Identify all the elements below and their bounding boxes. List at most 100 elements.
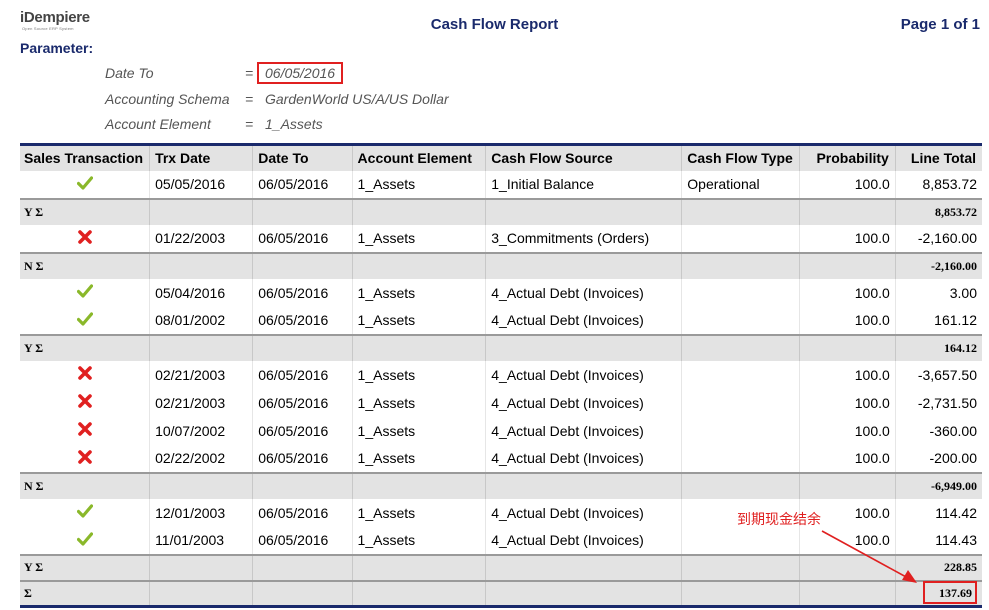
table-cell-prob: 100.0: [799, 360, 896, 389]
empty-cell: [485, 198, 682, 225]
empty-cell: [485, 580, 682, 607]
table-cell-prob: 100.0: [799, 306, 896, 335]
table-cell-element: 1_Assets: [351, 306, 486, 335]
empty-cell: [681, 472, 800, 499]
table-row: 01/22/2003 06/05/2016 1_Assets 3_Commitment…: [20, 224, 982, 253]
table-cell-prob: 100.0: [799, 416, 896, 445]
column-header[interactable]: Account Element: [351, 144, 486, 171]
table-cell-source: 3_Commitments (Orders): [485, 224, 682, 253]
table-cell-date-to: 06/05/2016: [252, 416, 353, 445]
table-cell-type: [681, 224, 800, 253]
table-cell-date-to: 06/05/2016: [252, 498, 353, 527]
column-header[interactable]: Trx Date: [149, 144, 253, 171]
column-header[interactable]: Cash Flow Source: [485, 144, 682, 171]
table-cell-source: 1_Initial Balance: [485, 170, 682, 199]
empty-cell: [799, 252, 896, 279]
column-header[interactable]: Line Total: [894, 144, 982, 171]
cross-icon: [77, 366, 92, 383]
empty-cell: [252, 252, 353, 279]
table-cell-trx-date: 05/04/2016: [149, 278, 253, 307]
empty-cell: [351, 580, 486, 607]
table-body: 05/05/2016 06/05/2016 1_Assets 1_Initial Ba…: [20, 170, 982, 607]
empty-cell: [149, 554, 253, 581]
empty-cell: [351, 252, 486, 279]
subtotal-value: 228.85: [894, 554, 982, 581]
table-cell-trx-date: 01/22/2003: [149, 224, 253, 253]
empty-cell: [681, 252, 800, 279]
table-cell-date-to: 06/05/2016: [252, 360, 353, 389]
subtotal-label: Y Σ: [24, 204, 44, 219]
subtotal-label: Y Σ: [24, 340, 44, 355]
empty-cell: [485, 554, 682, 581]
table-cell-type: [681, 444, 800, 473]
table-cell-prob: 100.0: [799, 278, 896, 307]
param-eq: =: [245, 116, 254, 132]
table-cell-prob: 100.0: [799, 170, 896, 199]
empty-cell: [149, 252, 253, 279]
column-header[interactable]: Probability: [799, 144, 896, 171]
table-row: 12/01/2003 06/05/2016 1_Assets 4_Actual Deb…: [20, 498, 982, 527]
table-cell-total: 8,853.72: [894, 170, 982, 199]
table-cell-date-to: 06/05/2016: [252, 170, 353, 199]
table-cell-total: -2,731.50: [894, 388, 982, 417]
table-row: 02/21/2003 06/05/2016 1_Assets 4_Actual Deb…: [20, 388, 982, 417]
check-icon: [76, 175, 93, 193]
table-cell-source: 4_Actual Debt (Invoices): [485, 526, 682, 555]
subtotal-value: 8,853.72: [894, 198, 982, 225]
empty-cell: [252, 580, 353, 607]
empty-cell: [799, 554, 896, 581]
table-cell-total: -200.00: [894, 444, 982, 473]
table-cell-source: 4_Actual Debt (Invoices): [485, 278, 682, 307]
table-cell-element: 1_Assets: [351, 526, 486, 555]
table-cell-type: [681, 360, 800, 389]
empty-cell: [252, 472, 353, 499]
subtotal-row: Y Σ 164.12: [20, 334, 982, 361]
empty-cell: [351, 554, 486, 581]
sales-transaction-cell: [20, 499, 150, 527]
table-cell-date-to: 06/05/2016: [252, 306, 353, 335]
empty-cell: [681, 334, 800, 361]
empty-cell: [351, 472, 486, 499]
table-cell-type: Operational: [681, 170, 800, 199]
param-account-element: Account Element = 1_Assets: [105, 116, 323, 132]
param-value: 1_Assets: [265, 116, 323, 132]
table-row: 08/01/2002 06/05/2016 1_Assets 4_Actual Deb…: [20, 306, 982, 335]
table-cell-element: 1_Assets: [351, 224, 486, 253]
table-cell-date-to: 06/05/2016: [252, 388, 353, 417]
table-cell-type: [681, 526, 800, 555]
param-accounting-schema: Accounting Schema = GardenWorld US/A/US Do…: [105, 91, 449, 107]
table-header-row: Sales Transaction Trx Date Date To Accou…: [20, 144, 982, 171]
table-row: 11/01/2003 06/05/2016 1_Assets 4_Actual Deb…: [20, 526, 982, 555]
table-cell-source: 4_Actual Debt (Invoices): [485, 306, 682, 335]
empty-cell: [149, 198, 253, 225]
param-eq: =: [245, 91, 254, 107]
column-header[interactable]: Sales Transaction: [20, 145, 150, 171]
subtotal-value: -2,160.00: [894, 252, 982, 279]
cross-icon: [77, 394, 92, 411]
table-cell-total: -360.00: [894, 416, 982, 445]
cash-flow-table: Sales Transaction Trx Date Date To Accou…: [20, 143, 982, 608]
empty-cell: [681, 580, 800, 607]
empty-cell: [681, 198, 800, 225]
sales-transaction-cell: [20, 361, 150, 389]
table-cell-total: -3,657.50: [894, 360, 982, 389]
table-cell-trx-date: 08/01/2002: [149, 306, 253, 335]
column-header[interactable]: Cash Flow Type: [681, 144, 800, 171]
table-cell-date-to: 06/05/2016: [252, 526, 353, 555]
sales-transaction-cell: [20, 307, 150, 335]
table-cell-type: [681, 278, 800, 307]
annotation-label: 到期现金结余: [737, 512, 821, 528]
cross-icon: [77, 449, 92, 467]
empty-cell: [799, 334, 896, 361]
table-row: 05/05/2016 06/05/2016 1_Assets 1_Initial Ba…: [20, 170, 982, 199]
subtotal-value: -6,949.00: [894, 472, 982, 499]
empty-cell: [351, 334, 486, 361]
table-cell-total: 114.42: [894, 498, 982, 527]
param-name: Account Element: [105, 116, 211, 132]
column-header[interactable]: Date To: [252, 144, 353, 171]
empty-cell: [149, 580, 253, 607]
empty-cell: [485, 334, 682, 361]
empty-cell: [681, 554, 800, 581]
check-icon: [76, 284, 93, 301]
table-cell-type: [681, 306, 800, 335]
